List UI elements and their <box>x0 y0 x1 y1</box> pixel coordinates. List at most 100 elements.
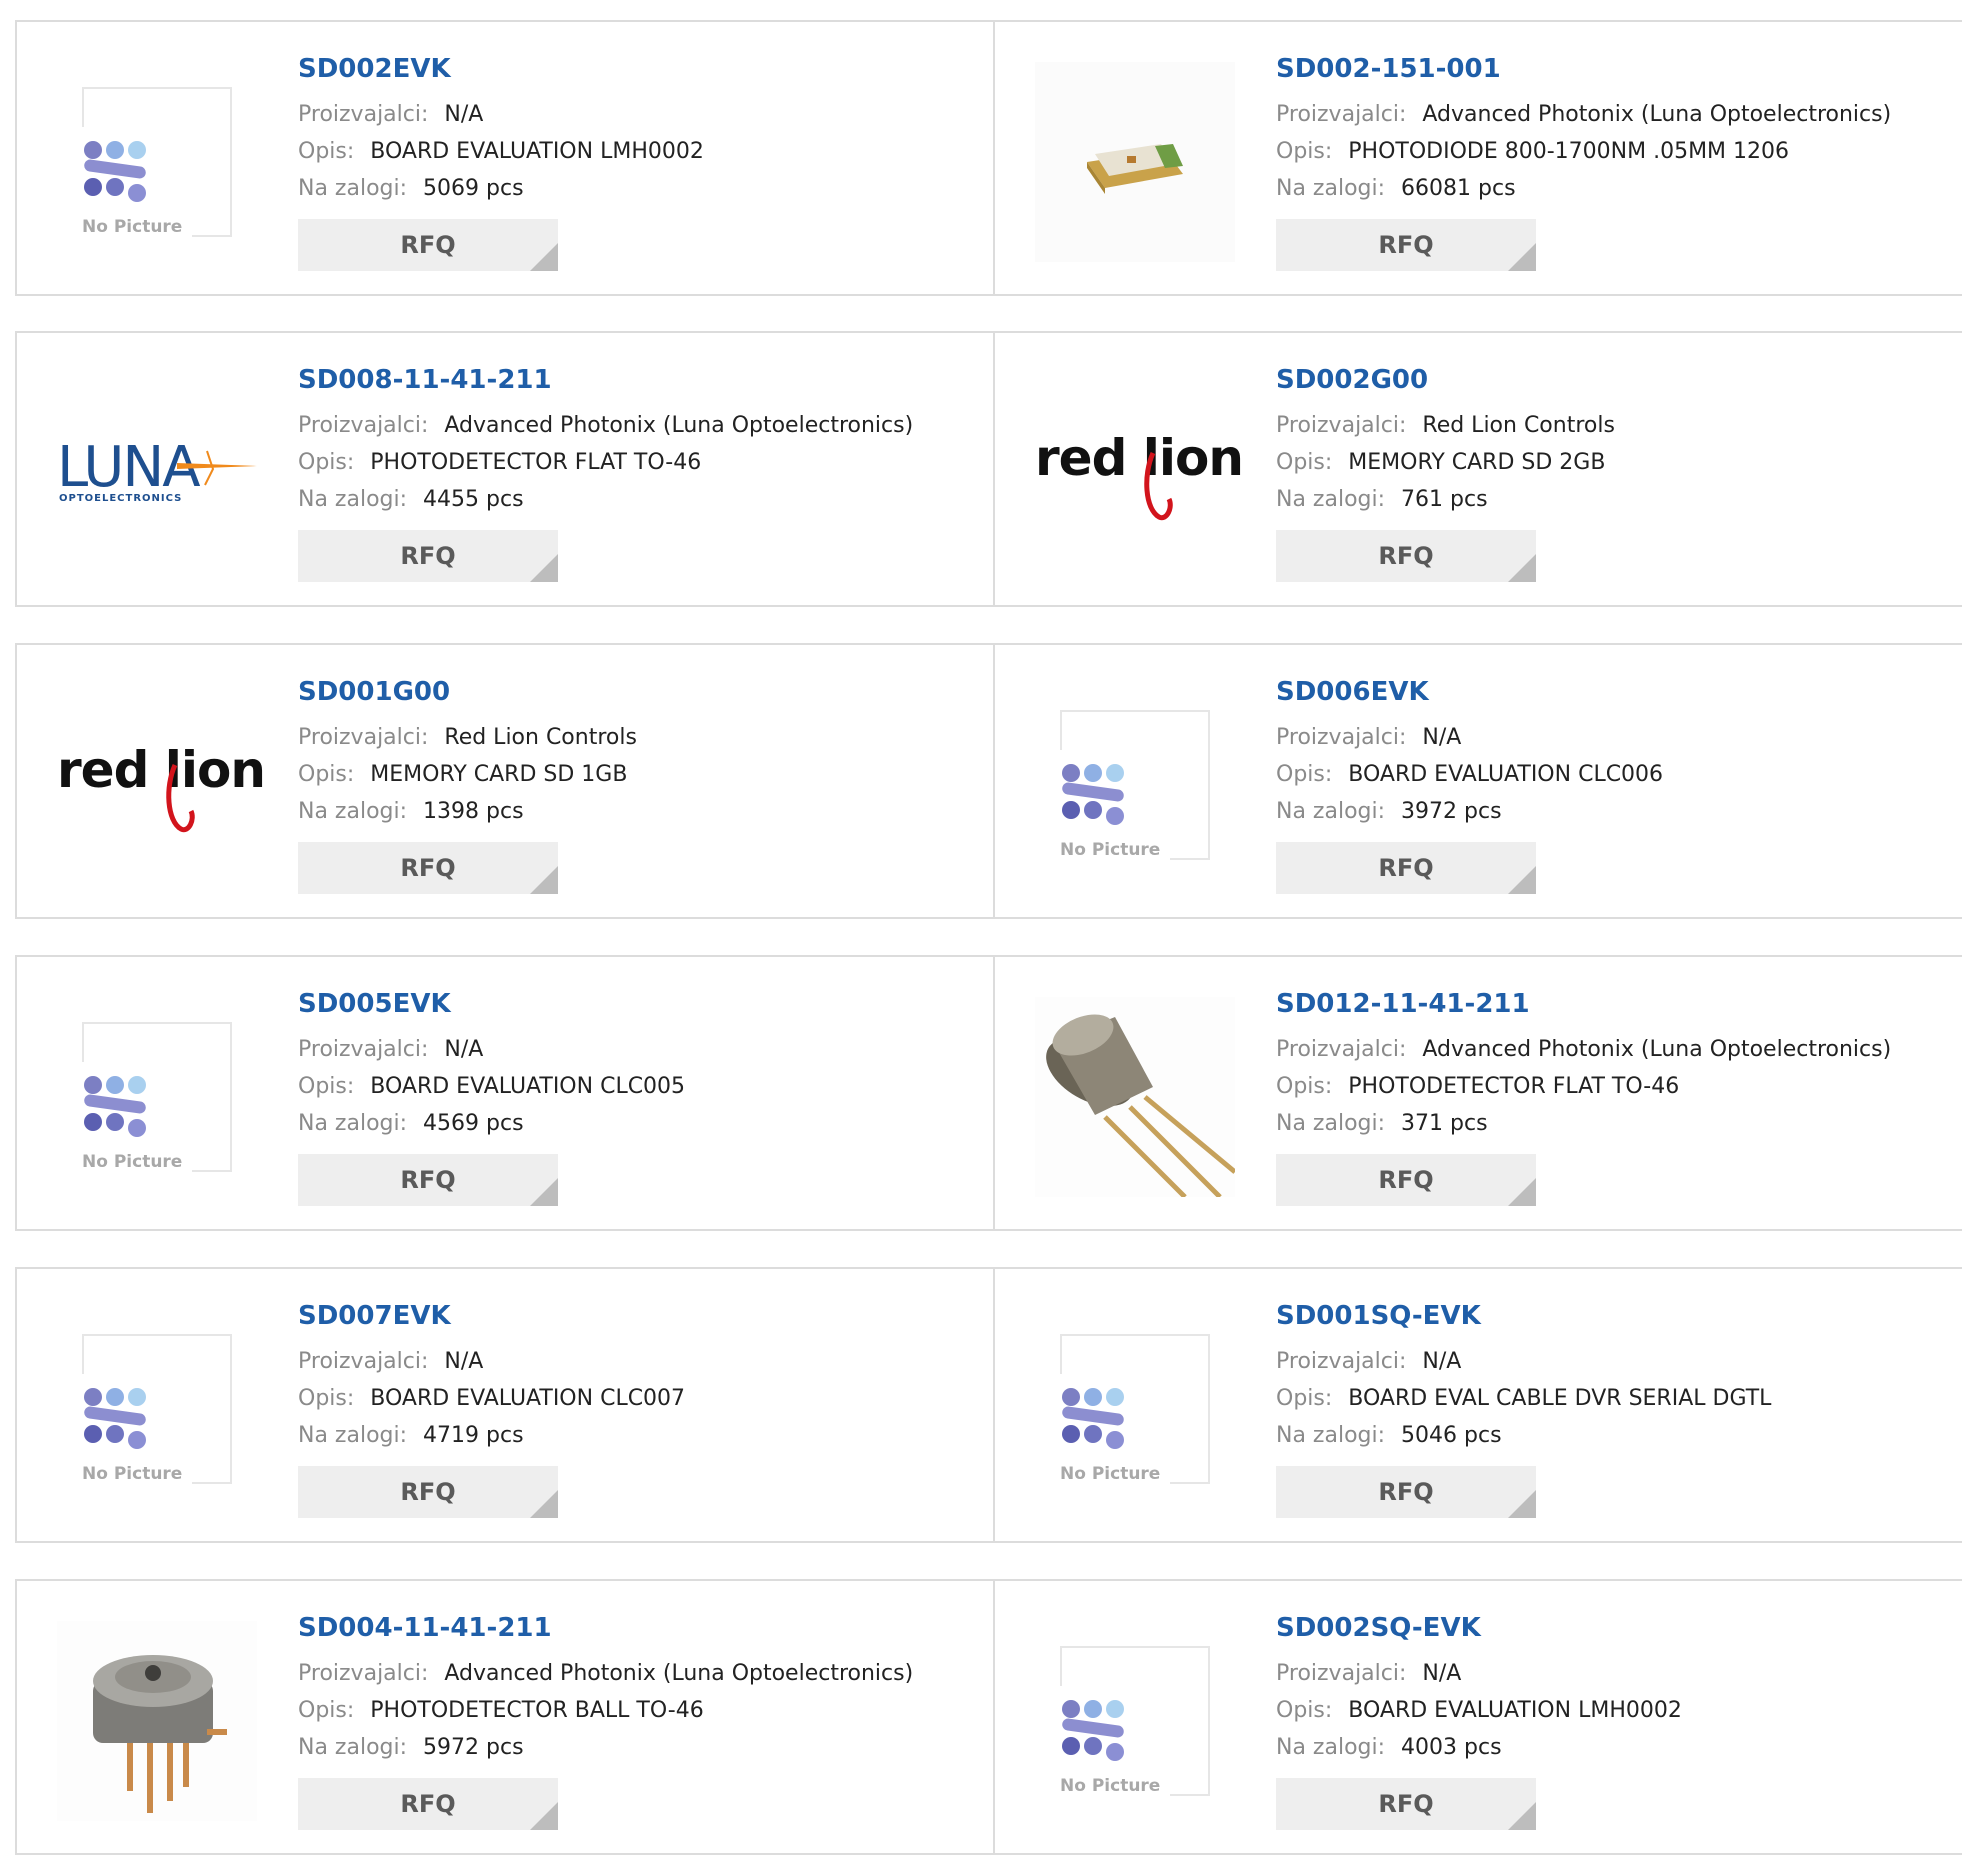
no-picture-icon <box>1062 1388 1124 1449</box>
product-image-link[interactable]: red lion <box>57 685 266 885</box>
manufacturer-line: Proizvajalci: N/A <box>298 1343 685 1380</box>
stock-value: 5046 pcs <box>1401 1423 1502 1448</box>
red-lion-logo: red lion <box>57 725 266 845</box>
rfq-label: RFQ <box>400 542 456 570</box>
product-image-link[interactable]: No Picture <box>1035 685 1235 885</box>
product-card: No Picture SD002EVK Proizvajalci: N/A Opi… <box>15 20 993 296</box>
no-picture-text: No Picture <box>82 1464 183 1484</box>
manufacturer-line: Proizvajalci: N/A <box>1276 1343 1771 1380</box>
product-info: SD001G00 Proizvajalci: Red Lion Controls … <box>298 675 637 894</box>
product-grid: No Picture SD002EVK Proizvajalci: N/A Opi… <box>0 0 1962 1855</box>
placeholder-frame-edge <box>192 1482 232 1484</box>
stock-label: Na zalogi: <box>298 1111 408 1136</box>
part-number-link[interactable]: SD008-11-41-211 <box>298 363 913 397</box>
stock-line: Na zalogi: 371 pcs <box>1276 1105 1891 1142</box>
product-card: No Picture SD007EVK Proizvajalci: N/A Opi… <box>15 1267 993 1543</box>
rfq-corner-decoration <box>1508 1802 1536 1830</box>
placeholder-frame-edge <box>82 87 84 127</box>
rfq-button[interactable]: RFQ <box>298 1778 558 1830</box>
no-picture-placeholder: No Picture <box>82 1334 232 1484</box>
rfq-button[interactable]: RFQ <box>1276 1778 1536 1830</box>
rfq-corner-decoration <box>530 243 558 271</box>
product-image-link[interactable]: No Picture <box>57 997 257 1197</box>
product-image-link[interactable]: LUNA OPTOELECTRONICS <box>57 373 257 573</box>
description-line: Opis: MEMORY CARD SD 1GB <box>298 756 637 793</box>
product-row: No Picture SD007EVK Proizvajalci: N/A Opi… <box>15 1267 1962 1543</box>
manufacturer-label: Proizvajalci: <box>1276 1661 1407 1686</box>
part-number-link[interactable]: SD002SQ-EVK <box>1276 1611 1682 1645</box>
rfq-button[interactable]: RFQ <box>298 1154 558 1206</box>
rfq-button[interactable]: RFQ <box>1276 842 1536 894</box>
description-value: BOARD EVALUATION CLC007 <box>370 1386 686 1411</box>
manufacturer-line: Proizvajalci: Advanced Photonix (Luna Opt… <box>1276 96 1891 133</box>
rfq-button[interactable]: RFQ <box>298 1466 558 1518</box>
placeholder-frame-edge <box>1060 1334 1062 1374</box>
manufacturer-label: Proizvajalci: <box>298 725 429 750</box>
product-card: red lion SD001G00 Proizvajalci: Red Lion … <box>15 643 993 919</box>
stock-value: 5972 pcs <box>423 1735 524 1760</box>
rfq-button[interactable]: RFQ <box>1276 1154 1536 1206</box>
no-picture-icon <box>1062 764 1124 825</box>
stock-value: 4569 pcs <box>423 1111 524 1136</box>
product-card: No Picture SD002SQ-EVK Proizvajalci: N/A … <box>993 1579 1962 1855</box>
description-label: Opis: <box>1276 450 1333 475</box>
rfq-button[interactable]: RFQ <box>298 530 558 582</box>
product-image-link[interactable]: No Picture <box>1035 1621 1235 1821</box>
stock-label: Na zalogi: <box>298 1423 408 1448</box>
rfq-button[interactable]: RFQ <box>1276 530 1536 582</box>
product-image-link[interactable]: No Picture <box>57 62 257 262</box>
rfq-button[interactable]: RFQ <box>1276 1466 1536 1518</box>
part-number-link[interactable]: SD001G00 <box>298 675 637 709</box>
product-image-link[interactable] <box>57 1621 257 1821</box>
product-card: red lion SD002G00 Proizvajalci: Red Lion … <box>993 331 1962 607</box>
description-label: Opis: <box>1276 762 1333 787</box>
no-picture-placeholder: No Picture <box>1060 1646 1210 1796</box>
rfq-label: RFQ <box>400 1478 456 1506</box>
description-value: BOARD EVALUATION CLC006 <box>1348 762 1664 787</box>
description-value: BOARD EVAL CABLE DVR SERIAL DGTL <box>1348 1386 1772 1411</box>
manufacturer-line: Proizvajalci: N/A <box>1276 719 1663 756</box>
product-image-link[interactable]: No Picture <box>1035 1309 1235 1509</box>
part-number-link[interactable]: SD002EVK <box>298 52 704 86</box>
part-number-link[interactable]: SD006EVK <box>1276 675 1663 709</box>
placeholder-frame-edge <box>1170 1482 1210 1484</box>
manufacturer-line: Proizvajalci: Advanced Photonix (Luna Opt… <box>298 407 913 444</box>
description-line: Opis: PHOTODIODE 800-1700NM .05MM 1206 <box>1276 133 1891 170</box>
part-number-link[interactable]: SD005EVK <box>298 987 685 1021</box>
stock-label: Na zalogi: <box>298 176 408 201</box>
description-line: Opis: MEMORY CARD SD 2GB <box>1276 444 1615 481</box>
description-line: Opis: BOARD EVALUATION CLC007 <box>298 1380 685 1417</box>
luna-logo: LUNA OPTOELECTRONICS <box>57 433 257 513</box>
rfq-button[interactable]: RFQ <box>298 842 558 894</box>
stock-line: Na zalogi: 5972 pcs <box>298 1729 913 1766</box>
manufacturer-label: Proizvajalci: <box>298 1349 429 1374</box>
rfq-corner-decoration <box>1508 1490 1536 1518</box>
part-number-link[interactable]: SD007EVK <box>298 1299 685 1333</box>
part-number-link[interactable]: SD002G00 <box>1276 363 1615 397</box>
manufacturer-label: Proizvajalci: <box>1276 725 1407 750</box>
stock-line: Na zalogi: 4569 pcs <box>298 1105 685 1142</box>
description-value: MEMORY CARD SD 2GB <box>1348 450 1606 475</box>
red-lion-swoosh-icon <box>166 763 195 833</box>
product-image-link[interactable]: red lion <box>1035 373 1244 573</box>
rfq-label: RFQ <box>400 1790 456 1818</box>
rfq-button[interactable]: RFQ <box>298 219 558 271</box>
product-card: No Picture SD005EVK Proizvajalci: N/A Opi… <box>15 955 993 1231</box>
part-number-link[interactable]: SD012-11-41-211 <box>1276 987 1891 1021</box>
manufacturer-label: Proizvajalci: <box>1276 413 1407 438</box>
manufacturer-value: N/A <box>1422 1661 1462 1686</box>
smd-photodiode-image <box>1035 62 1235 262</box>
description-value: PHOTODIODE 800-1700NM .05MM 1206 <box>1348 139 1790 164</box>
no-picture-text: No Picture <box>82 1152 183 1172</box>
rfq-label: RFQ <box>400 854 456 882</box>
product-image-link[interactable] <box>1035 62 1235 262</box>
part-number-link[interactable]: SD002-151-001 <box>1276 52 1891 86</box>
product-info: SD002G00 Proizvajalci: Red Lion Controls … <box>1276 363 1615 582</box>
rfq-button[interactable]: RFQ <box>1276 219 1536 271</box>
product-image-link[interactable] <box>1035 997 1235 1197</box>
part-number-link[interactable]: SD001SQ-EVK <box>1276 1299 1771 1333</box>
stock-line: Na zalogi: 1398 pcs <box>298 793 637 830</box>
part-number-link[interactable]: SD004-11-41-211 <box>298 1611 913 1645</box>
product-image-link[interactable]: No Picture <box>57 1309 257 1509</box>
no-picture-placeholder: No Picture <box>82 87 232 237</box>
